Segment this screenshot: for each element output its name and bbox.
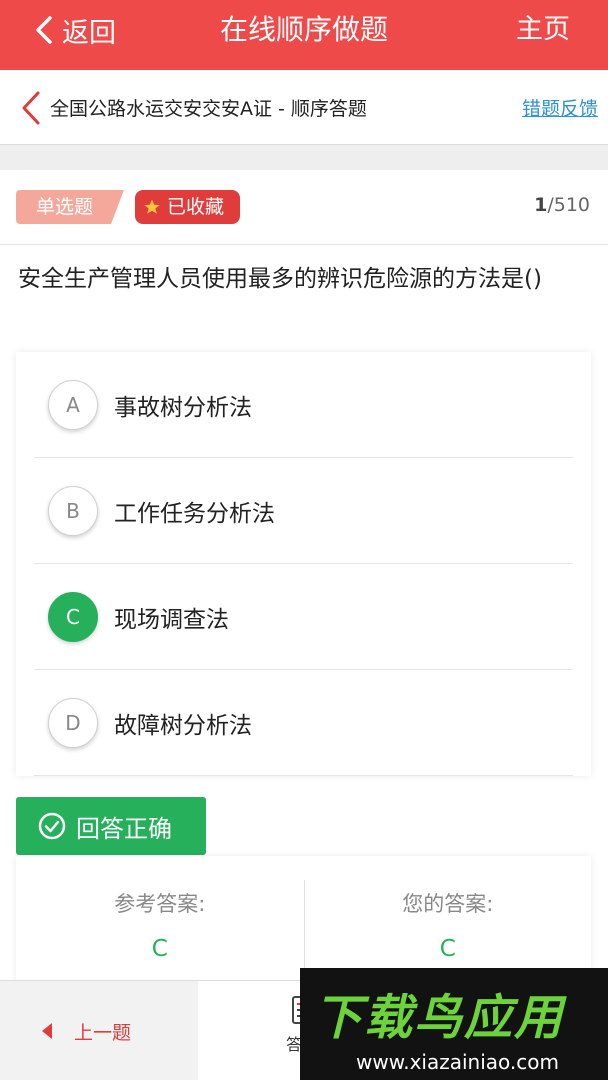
option-letter: C xyxy=(48,591,98,642)
star-icon xyxy=(144,199,160,214)
option-d[interactable]: D 故障树分析法 xyxy=(34,670,573,776)
question-type-tag: 单选题 xyxy=(16,190,124,224)
exam-title: 全国公路水运交安交安A证 - 顺序答题 xyxy=(50,98,367,120)
counter-current: 1 xyxy=(534,194,548,216)
chevron-left-icon[interactable] xyxy=(20,90,42,126)
option-b[interactable]: B 工作任务分析法 xyxy=(34,458,573,564)
result-label: 回答正确 xyxy=(76,814,172,843)
home-button[interactable]: 主页 xyxy=(516,10,570,50)
option-letter: B xyxy=(48,485,98,536)
reference-answer-label: 参考答案: xyxy=(114,892,206,916)
top-nav-bar: 返回 在线顺序做题 主页 xyxy=(0,0,608,70)
check-circle-icon xyxy=(38,812,66,840)
option-text: 事故树分析法 xyxy=(114,394,252,421)
your-answer-value: C xyxy=(439,936,456,962)
option-letter: A xyxy=(48,379,98,430)
counter-total: /510 xyxy=(547,194,590,216)
option-text: 工作任务分析法 xyxy=(114,500,275,527)
option-a[interactable]: A 事故树分析法 xyxy=(34,352,573,458)
options-list: A 事故树分析法 B 工作任务分析法 C 现场调查法 D 故障树分析法 xyxy=(16,352,591,776)
watermark: 下载鸟应用 www.xiazainiao.com xyxy=(300,968,608,1080)
divider xyxy=(0,244,608,245)
option-letter: D xyxy=(48,697,98,748)
question-text: 安全生产管理人员使用最多的辨识危险源的方法是() xyxy=(18,266,542,292)
result-badge: 回答正确 xyxy=(16,797,206,855)
question-counter: 1/510 xyxy=(534,194,590,216)
favorite-button[interactable]: 已收藏 xyxy=(135,190,241,224)
your-answer: 您的答案: C xyxy=(303,880,592,976)
option-text: 现场调查法 xyxy=(114,606,229,633)
option-c[interactable]: C 现场调查法 xyxy=(34,564,573,670)
option-text: 故障树分析法 xyxy=(114,712,252,739)
reference-answer-value: C xyxy=(151,936,168,962)
reference-answer: 参考答案: C xyxy=(16,856,304,986)
triangle-left-icon xyxy=(42,1023,52,1039)
sub-header: 全国公路水运交安交安A证 - 顺序答题 错题反馈 xyxy=(0,70,608,145)
error-feedback-link[interactable]: 错题反馈 xyxy=(522,94,598,121)
favorite-label: 已收藏 xyxy=(167,196,225,218)
question-card: 单选题 已收藏 1/510 安全生产管理人员使用最多的辨识危险源的方法是() A… xyxy=(0,170,608,986)
prev-label: 上一题 xyxy=(74,1021,132,1044)
prev-question-button[interactable]: 上一题 xyxy=(0,981,198,1080)
your-answer-label: 您的答案: xyxy=(402,892,494,916)
watermark-url: www.xiazainiao.com xyxy=(356,1050,559,1074)
watermark-brand: 下载鸟应用 xyxy=(314,990,565,1046)
answer-summary: 参考答案: C 您的答案: C xyxy=(16,856,591,986)
